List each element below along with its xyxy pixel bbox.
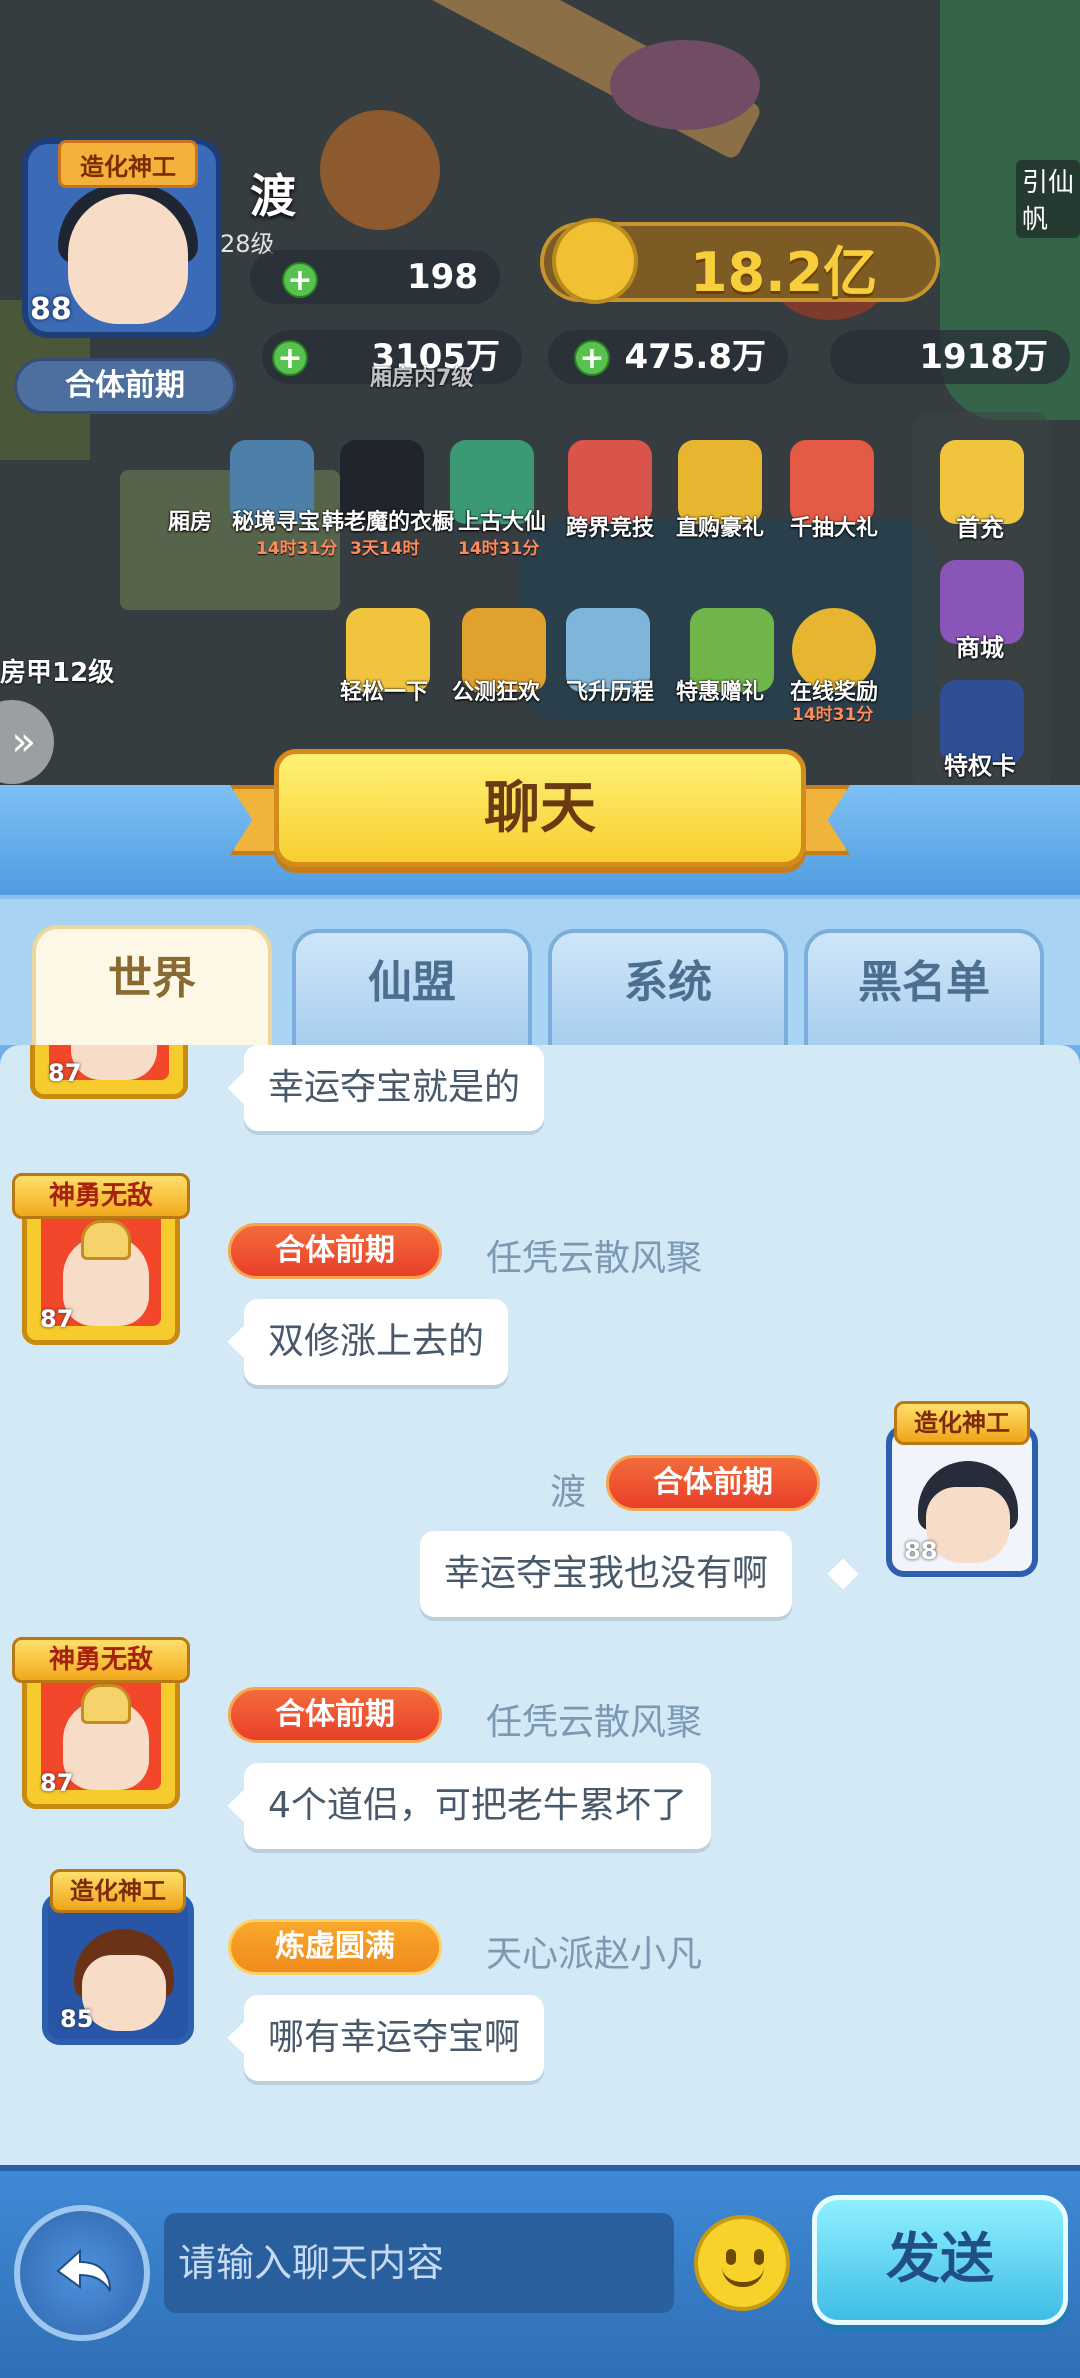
emoji-eye [754, 2249, 764, 2265]
right-menu-item[interactable]: 商城 [956, 628, 1004, 663]
chat-input[interactable] [164, 2213, 674, 2313]
message-bubble[interactable]: 4个道侣，可把老牛累坏了 [244, 1763, 711, 1849]
avatar-title-banner: 神勇无敌 [12, 1173, 190, 1219]
player-avatar-level: 88 [30, 292, 72, 327]
feature-label[interactable]: 跨界竞技 [566, 510, 654, 542]
avatar[interactable]: 87 [20, 1045, 198, 1105]
crossed-swords-icon [552, 218, 638, 304]
avatar-title-banner: 造化神工 [894, 1401, 1030, 1445]
back-arrow-icon [56, 2248, 111, 2292]
chat-message-list[interactable]: 87 幸运夺宝就是的 神勇无敌 87 合体前期 任凭云散风聚 双修涨上去的 渡 … [0, 1045, 1080, 2165]
side-quest-label[interactable]: 引仙帆 [1016, 160, 1080, 238]
avatar[interactable]: 神勇无敌 87 [12, 1173, 190, 1351]
plus-icon[interactable]: + [272, 340, 308, 376]
avatar-level: 87 [48, 1059, 82, 1087]
feature-timer: 14时31分 [256, 539, 338, 559]
avatar-level: 85 [60, 2005, 94, 2033]
avatar-title-banner: 神勇无敌 [12, 1637, 190, 1683]
player-name: 渡 [250, 169, 296, 223]
feature-label[interactable]: 上古大仙 [458, 504, 546, 536]
feature-label[interactable]: 特惠赠礼 [676, 674, 764, 706]
chat-tabs: 世界 仙盟 系统 黑名单 [0, 895, 1080, 1051]
avatar-face [82, 1955, 166, 2031]
sender-name[interactable]: 任凭云散风聚 [486, 1693, 702, 1745]
avatar-level: 87 [40, 1305, 74, 1333]
avatar[interactable]: 神勇无敌 87 [12, 1637, 190, 1815]
sender-name[interactable]: 任凭云散风聚 [486, 1229, 702, 1281]
avatar-level: 88 [904, 1537, 938, 1565]
emoji-mouth [722, 2267, 764, 2287]
message-bubble[interactable]: 幸运夺宝我也没有啊 [420, 1531, 793, 1617]
realm-tag: 合体前期 [228, 1223, 442, 1279]
avatar[interactable]: 造化神工 85 [28, 1867, 206, 2045]
upgrade-hint: 房甲12级 [0, 658, 115, 688]
player-realm: 合体前期 [14, 358, 236, 414]
message-bubble[interactable]: 双修涨上去的 [244, 1299, 509, 1385]
right-menu-item[interactable]: 特权卡 [944, 746, 1016, 781]
smiley-icon[interactable] [694, 2215, 790, 2311]
sender-name[interactable]: 渡 [550, 1463, 586, 1515]
plus-icon[interactable]: + [282, 262, 318, 298]
avatar-face [68, 194, 188, 324]
realm-tag: 合体前期 [228, 1687, 442, 1743]
message-bubble[interactable]: 哪有幸运夺宝啊 [244, 1995, 545, 2081]
feature-timer: 14时31分 [458, 539, 540, 559]
emoji-eye [726, 2249, 736, 2265]
avatar-crown [81, 1684, 131, 1724]
player-title-banner: 造化神工 [58, 140, 198, 188]
avatar-title-banner: 造化神工 [50, 1869, 186, 1913]
app-root: 造化神工 88 渡 28级 合体前期 198 + 18.2亿 3105万 + 4… [0, 0, 1080, 2378]
game-scene: 造化神工 88 渡 28级 合体前期 198 + 18.2亿 3105万 + 4… [0, 0, 1080, 800]
tab-alliance[interactable]: 仙盟 [292, 929, 532, 1049]
send-button[interactable]: 发送 [812, 2195, 1068, 2325]
tab-system[interactable]: 系统 [548, 929, 788, 1049]
back-button[interactable] [14, 2205, 150, 2341]
feature-label[interactable]: 直购豪礼 [676, 510, 764, 542]
sender-name[interactable]: 天心派赵小凡 [486, 1925, 702, 1977]
feature-label[interactable]: 飞升历程 [566, 674, 654, 706]
avatar-level: 87 [40, 1769, 74, 1797]
resource-jade: 1918万 [830, 330, 1070, 384]
avatar-crown [81, 1220, 131, 1260]
right-menu-item[interactable]: 首充 [956, 508, 1004, 543]
plus-icon[interactable]: + [574, 340, 610, 376]
combat-power-value: 18.2亿 [690, 241, 878, 304]
realm-tag: 炼虚圆满 [228, 1919, 442, 1975]
tab-blacklist[interactable]: 黑名单 [804, 929, 1044, 1049]
bubble-tail [827, 1558, 859, 1590]
feature-label[interactable]: 韩老魔的衣橱 [322, 504, 454, 536]
chat-panel: 聊天 世界 仙盟 系统 黑名单 87 幸运夺宝就是的 神勇无敌 87 合体前期 … [0, 749, 1080, 2378]
chat-title: 聊天 [274, 749, 806, 867]
feature-label[interactable]: 轻松一下 [340, 674, 428, 706]
avatar[interactable]: 造化神工 88 [872, 1399, 1050, 1577]
tab-world[interactable]: 世界 [32, 925, 272, 1051]
feature-label[interactable]: 秘境寻宝 [232, 504, 320, 536]
feature-timer: 3天14时 [350, 539, 420, 559]
avatar-face [926, 1487, 1010, 1563]
chat-input-bar: 发送 [0, 2165, 1080, 2378]
feature-label[interactable]: 厢房 [168, 504, 212, 536]
feature-label[interactable]: 千抽大礼 [790, 510, 878, 542]
realm-tag: 合体前期 [606, 1455, 820, 1511]
message-bubble[interactable]: 幸运夺宝就是的 [244, 1045, 545, 1131]
feature-label[interactable]: 公测狂欢 [452, 674, 540, 706]
chat-title-ribbon: 聊天 [230, 749, 850, 879]
feature-timer: 14时31分 [792, 705, 874, 725]
upgrade-hint: 厢房内7级 [370, 366, 474, 391]
